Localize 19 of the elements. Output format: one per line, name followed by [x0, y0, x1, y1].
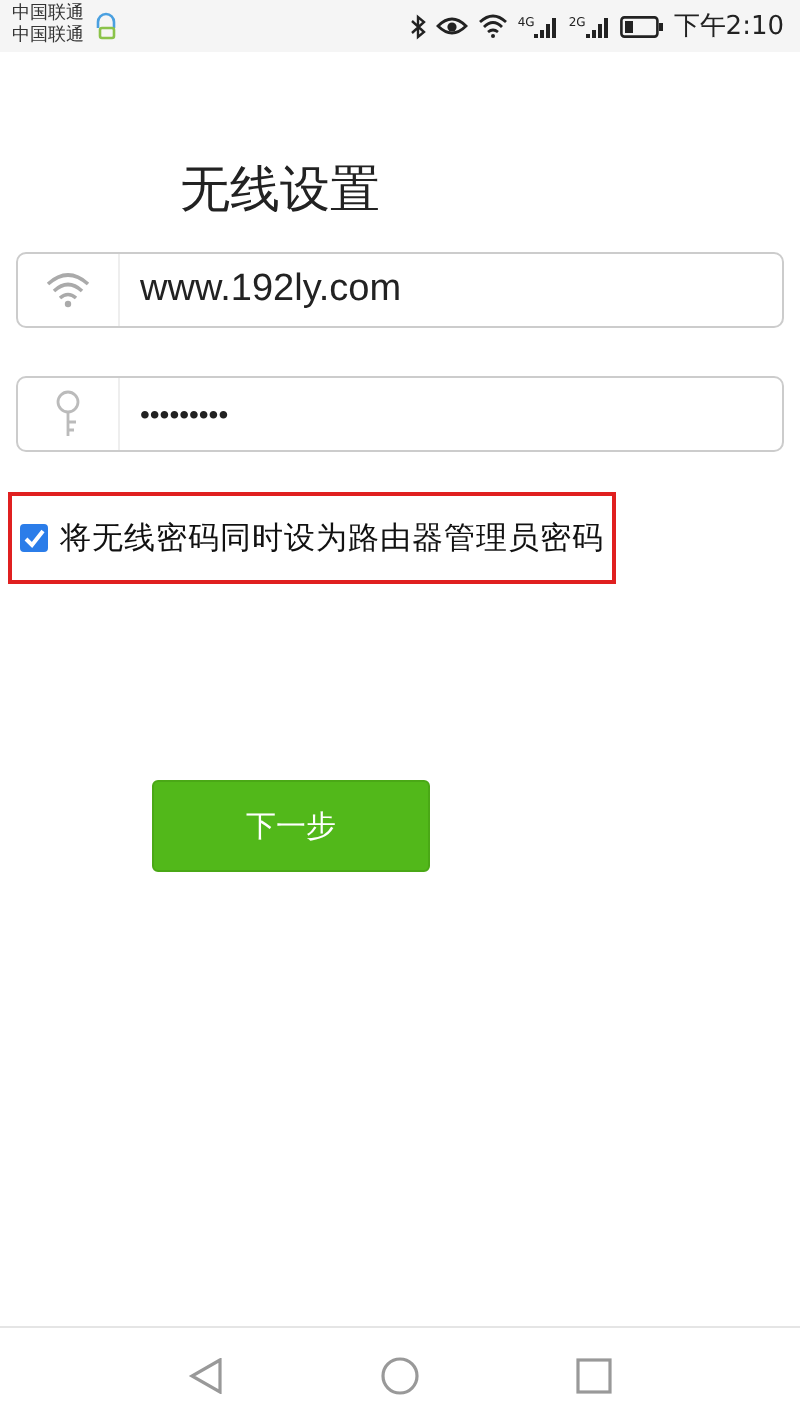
checkbox-label: 将无线密码同时设为路由器管理员密码	[60, 517, 604, 559]
carrier-name: 中国联通	[12, 4, 84, 25]
eye-icon	[435, 14, 468, 38]
cell-signal-icon	[585, 15, 610, 37]
bluetooth-icon	[409, 13, 426, 39]
home-icon[interactable]	[380, 1355, 420, 1395]
cell-signal-icon	[534, 15, 559, 37]
key-icon	[54, 390, 82, 438]
page-title: 无线设置	[180, 158, 382, 222]
back-icon[interactable]	[188, 1357, 224, 1393]
input-field[interactable]: •••••••••	[16, 376, 784, 452]
recents-icon[interactable]	[576, 1357, 612, 1393]
battery-icon	[619, 15, 664, 37]
wifi-icon	[46, 272, 90, 308]
carrier-name: 中国联通	[12, 26, 84, 48]
checkbox[interactable]	[20, 524, 48, 552]
input-field[interactable]: www.192ly.com	[16, 252, 784, 328]
clock-time: 下午2:10	[673, 10, 784, 44]
wifi-signal-icon	[477, 14, 508, 38]
